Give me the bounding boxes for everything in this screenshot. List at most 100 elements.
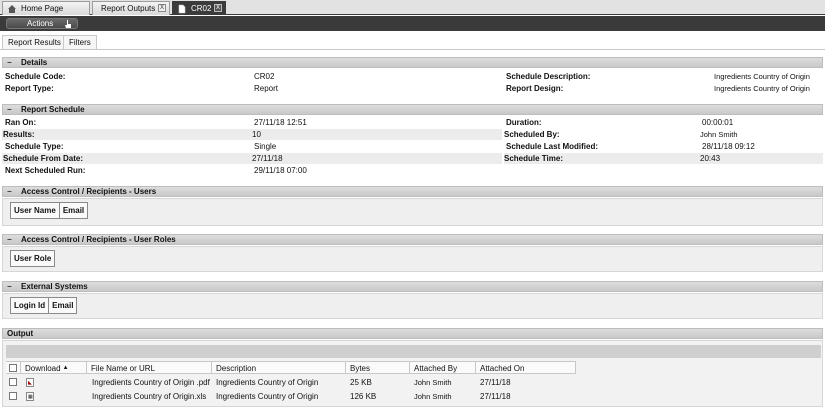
row-checkbox[interactable] <box>9 392 17 400</box>
close-icon[interactable]: X <box>158 4 166 12</box>
pdf-file-icon[interactable]: ◣ <box>26 377 34 387</box>
external-systems-section-header[interactable]: − External Systems <box>2 281 823 292</box>
column-header-user-name[interactable]: User Name <box>11 203 60 218</box>
row-checkbox[interactable] <box>9 378 17 386</box>
schedule-from-value: 27/11/18 <box>252 154 283 163</box>
column-header-login-id[interactable]: Login Id <box>11 298 50 313</box>
results-label: Results: <box>3 130 35 139</box>
tab-label: Report Outputs <box>101 4 156 13</box>
report-type-label: Report Type: <box>5 84 54 93</box>
row-select-cell <box>9 376 17 388</box>
download-cell: ▦ <box>26 390 34 402</box>
tab-label: Report Results <box>8 38 61 47</box>
schedule-last-modified-value: 28/11/18 09:12 <box>702 142 755 151</box>
report-schedule-section-header[interactable]: − Report Schedule <box>2 104 823 115</box>
user-roles-table: User Role <box>2 246 823 272</box>
actions-button[interactable]: Actions <box>6 18 78 29</box>
close-icon[interactable]: X <box>214 4 222 12</box>
schedule-row-4-right: Schedule Time: 20:43 <box>504 153 823 164</box>
column-header-attached-on[interactable]: Attached On <box>476 362 576 374</box>
output-table: Download ▲ File Name or URL Description … <box>2 340 823 407</box>
tab-filters[interactable]: Filters <box>63 35 97 49</box>
users-table: User Name Email <box>2 198 823 226</box>
users-section-header[interactable]: − Access Control / Recipients - Users <box>2 186 823 197</box>
document-icon <box>178 4 186 13</box>
column-header-bytes[interactable]: Bytes <box>346 362 410 374</box>
user-roles-section-header[interactable]: − Access Control / Recipients - User Rol… <box>2 234 823 245</box>
tab-bar: Home Page Report Outputs X CR02 X <box>0 0 825 15</box>
file-name-cell[interactable]: Ingredients Country of Origin .pdf <box>92 376 210 388</box>
table-row[interactable]: ▦ Ingredients Country of Origin.xls Ingr… <box>6 390 821 402</box>
schedule-code-label: Schedule Code: <box>5 72 66 81</box>
table-row[interactable]: ◣ Ingredients Country of Origin .pdf Ing… <box>6 376 821 388</box>
section-title: Report Schedule <box>21 105 85 114</box>
column-header-email[interactable]: Email <box>60 203 87 218</box>
column-header-file-name[interactable]: File Name or URL <box>87 362 212 374</box>
collapse-icon[interactable]: − <box>7 58 15 67</box>
tab-report-outputs[interactable]: Report Outputs X <box>92 1 170 15</box>
column-label: Attached By <box>414 363 458 373</box>
collapse-icon[interactable]: − <box>7 187 15 196</box>
external-systems-table: Login Id Email <box>2 293 823 319</box>
column-header-email[interactable]: Email <box>49 298 76 313</box>
section-title: Access Control / Recipients - User Roles <box>21 235 176 244</box>
schedule-row-4: Schedule From Date: 27/11/18 <box>2 153 502 164</box>
sub-tab-bar: Report Results Filters <box>0 34 825 50</box>
section-title: Access Control / Recipients - Users <box>21 187 157 196</box>
tab-label: Home Page <box>21 4 64 13</box>
schedule-last-modified-label: Schedule Last Modified: <box>506 142 599 151</box>
column-header-download[interactable]: Download ▲ <box>21 362 87 374</box>
column-header-attached-by[interactable]: Attached By <box>410 362 476 374</box>
output-toolbar <box>6 345 821 358</box>
bytes-cell: 126 KB <box>350 391 377 401</box>
schedule-row-2: Results: 10 <box>2 129 502 140</box>
schedule-description-label: Schedule Description: <box>506 72 591 81</box>
select-all-checkbox[interactable] <box>9 364 17 372</box>
report-design-value: Ingredients Country of Origin <box>714 84 810 93</box>
schedule-type-value: Single <box>254 142 277 151</box>
section-title: Output <box>7 329 34 338</box>
column-header-user-role[interactable]: User Role <box>11 251 54 266</box>
collapse-icon[interactable]: − <box>7 235 15 244</box>
schedule-type-label: Schedule Type: <box>5 142 64 151</box>
tab-report-results[interactable]: Report Results <box>2 35 67 49</box>
collapse-icon[interactable]: − <box>7 282 15 291</box>
schedule-from-label: Schedule From Date: <box>3 154 84 163</box>
details-section-header[interactable]: − Details <box>2 57 823 68</box>
column-label: File Name or URL <box>91 363 156 373</box>
attached-by-cell: John Smith <box>414 377 452 387</box>
schedule-row-5: Next Scheduled Run: 29/11/18 07:00 <box>2 165 823 176</box>
hand-pointer-icon <box>65 20 71 28</box>
tab-cr02[interactable]: CR02 X <box>172 1 226 15</box>
column-label: Download <box>25 363 61 373</box>
users-table-header: User Name Email <box>10 202 89 219</box>
duration-value: 00:00:01 <box>702 118 734 127</box>
ran-on-value: 27/11/18 12:51 <box>254 118 307 127</box>
schedule-row-1: Ran On: 27/11/18 12:51 Duration: 00:00:0… <box>2 117 823 128</box>
schedule-row-2-right: Scheduled By: John Smith <box>504 129 823 140</box>
row-select-cell <box>9 390 17 402</box>
column-label: Bytes <box>350 363 371 373</box>
spreadsheet-file-icon[interactable]: ▦ <box>26 391 34 401</box>
external-systems-table-header: Login Id Email <box>10 297 78 314</box>
attached-on-cell: 27/11/18 <box>480 391 511 401</box>
download-cell: ◣ <box>26 376 34 388</box>
section-title: External Systems <box>21 282 88 291</box>
output-table-header: Download ▲ File Name or URL Description … <box>6 361 576 374</box>
file-name-cell[interactable]: Ingredients Country of Origin.xls <box>92 390 206 402</box>
ran-on-label: Ran On: <box>5 118 37 127</box>
schedule-code-value: CR02 <box>254 72 275 81</box>
tab-label: Filters <box>69 38 91 47</box>
tab-home-page[interactable]: Home Page <box>2 1 90 15</box>
collapse-icon[interactable]: − <box>7 105 15 114</box>
toolbar: Actions <box>0 16 825 31</box>
details-row-1: Schedule Code: CR02 Schedule Description… <box>2 71 823 82</box>
scheduled-by-label: Scheduled By: <box>504 130 560 139</box>
section-title: Details <box>21 58 48 67</box>
results-value: 10 <box>252 130 261 139</box>
report-design-label: Report Design: <box>506 84 564 93</box>
tab-label: CR02 <box>191 4 212 13</box>
column-header-description[interactable]: Description <box>212 362 346 374</box>
schedule-row-3: Schedule Type: Single Schedule Last Modi… <box>2 141 823 152</box>
next-scheduled-run-label: Next Scheduled Run: <box>5 166 86 175</box>
